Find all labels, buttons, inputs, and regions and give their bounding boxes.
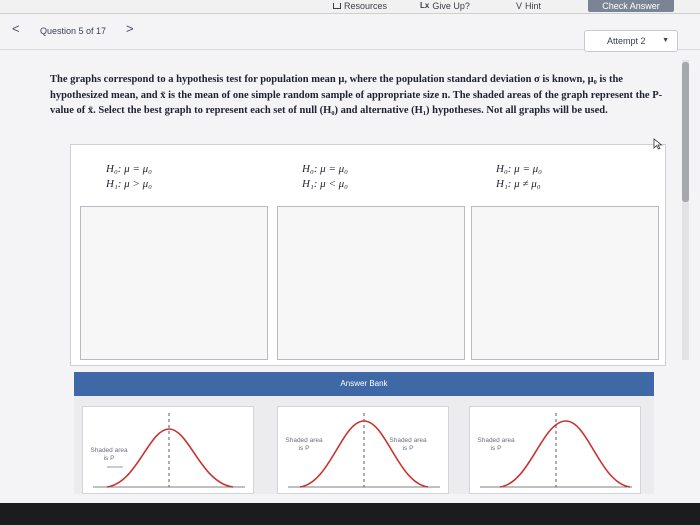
give-up-label: Give Up? [432,1,470,11]
shaded-area-label: Shaded area [477,437,515,444]
give-up-icon: Lx [420,1,430,10]
next-question-icon[interactable]: > [126,21,134,36]
hypothesis-set-3: H₀: μ = μ₀ H₁: μ ≠ μ₀ [496,162,542,192]
hypothesis-set-1: H₀: μ = μ₀ H₁: μ > μ₀ [106,162,152,192]
drop-target-1[interactable] [80,206,268,360]
shaded-area-label: Shaded area [389,437,427,444]
hint-icon: V [516,1,523,11]
alternative-hypothesis: H₁: μ > μ₀ [106,178,152,190]
scrollbar-thumb[interactable] [682,62,689,202]
hint-button[interactable]: V Hint [516,0,541,12]
answer-card-right-tail[interactable]: Shaded area is P [82,406,254,494]
screen-bezel [0,503,700,525]
shaded-area-value: is P [402,445,414,452]
shaded-area-label: Shaded area [285,437,323,444]
answer-bank-header: Answer Bank [74,372,654,396]
give-up-button[interactable]: Lx Give Up? [420,0,470,12]
question-counter: Question 5 of 17 [40,26,107,36]
alternative-hypothesis: H₁: μ < μ₀ [302,178,348,190]
attempt-label: Attempt 2 [607,36,646,46]
shaded-area-value: is P [298,445,310,452]
question-prompt: The graphs correspond to a hypothesis te… [50,74,663,116]
resources-label: Resources [344,1,388,11]
resources-icon [333,3,341,9]
answer-card-left-tail[interactable]: Shaded area is P [469,406,641,494]
resources-button[interactable]: Resources [333,0,387,12]
attempt-dropdown[interactable]: Attempt 2 ▼ [584,30,678,52]
alternative-hypothesis: H₁: μ ≠ μ₀ [496,178,541,190]
drop-target-2[interactable] [277,206,465,360]
hypothesis-set-2: H₀: μ = μ₀ H₁: μ < μ₀ [302,162,348,192]
drop-target-3[interactable] [471,206,659,360]
hint-label: Hint [525,1,542,11]
top-toolbar: Resources Lx Give Up? V Hint Check Answe… [0,0,700,14]
null-hypothesis: H₀: μ = μ₀ [106,163,152,175]
mouse-cursor-icon [653,138,663,150]
shaded-area-label: Shaded area [90,447,128,454]
answer-card-two-tail[interactable]: Shaded area is P Shaded area is P [277,406,449,494]
shaded-area-value: is P [103,455,115,462]
shaded-area-value: is P [490,445,502,452]
null-hypothesis: H₀: μ = μ₀ [496,163,542,175]
check-answer-button[interactable]: Check Answer [588,0,674,12]
prev-question-icon[interactable]: < [12,21,20,36]
chevron-down-icon: ▼ [662,37,669,44]
null-hypothesis: H₀: μ = μ₀ [302,163,348,175]
